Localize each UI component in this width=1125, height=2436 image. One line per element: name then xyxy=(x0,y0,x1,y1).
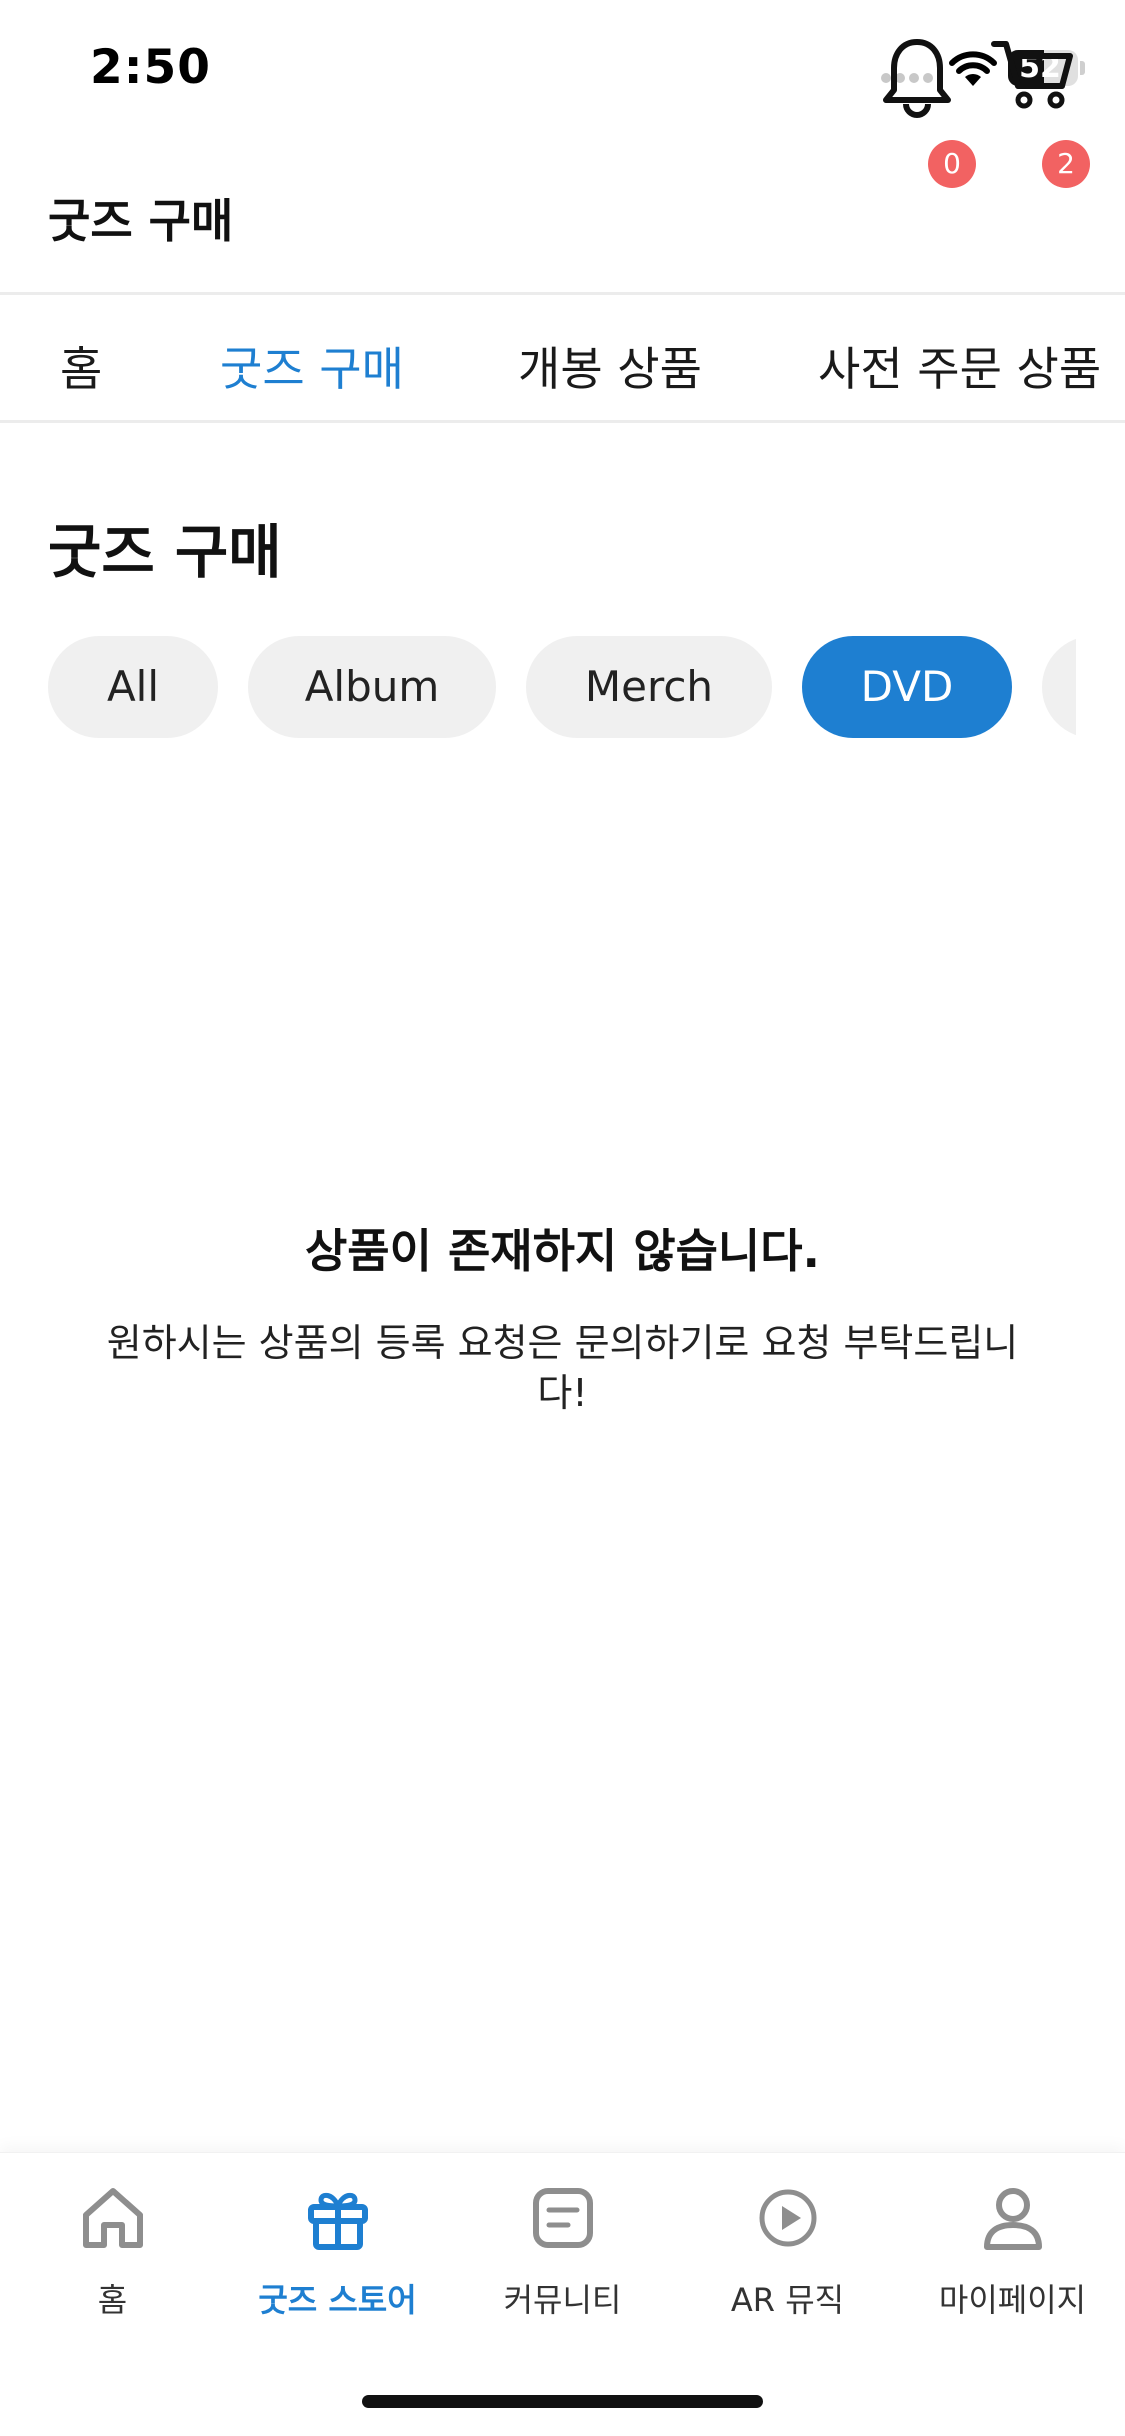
bell-icon[interactable] xyxy=(872,30,962,120)
play-circle-icon xyxy=(759,2189,817,2247)
nav-label-ar-music: AR 뮤직 xyxy=(730,2281,845,2319)
nav-label-community: 커뮤니티 xyxy=(503,2281,622,2319)
section-title: 굿즈 구매 xyxy=(48,518,282,586)
chip-album[interactable]: Album xyxy=(248,636,496,738)
chip-partial[interactable] xyxy=(1042,636,1076,738)
bottom-nav: 홈 굿즈 스토어 커뮤니티 AR 뮤직 마이페이지 xyxy=(0,2152,1125,2436)
chip-dvd[interactable]: DVD xyxy=(802,636,1012,738)
battery-cap xyxy=(1080,61,1085,75)
app-screen: 2:50 52 굿즈 구매 0 2 홈 굿즈 구매 개봉 상품 사전 주문 상품 xyxy=(0,0,1125,2436)
chip-all[interactable]: All xyxy=(48,636,218,738)
tab-opened-items[interactable]: 개봉 상품 xyxy=(518,333,702,399)
nav-my-page[interactable]: 마이페이지 xyxy=(900,2183,1125,2343)
category-chips: All Album Merch DVD xyxy=(0,636,1076,738)
nav-goods-store[interactable]: 굿즈 스토어 xyxy=(225,2183,450,2343)
tab-bar: 홈 굿즈 구매 개봉 상품 사전 주문 상품 xyxy=(0,295,1125,423)
nav-community[interactable]: 커뮤니티 xyxy=(450,2183,675,2343)
empty-state-title: 상품이 존재하지 않습니다. xyxy=(304,1224,821,1278)
nav-label-my-page: 마이페이지 xyxy=(938,2281,1087,2319)
cart-badge: 2 xyxy=(1042,140,1090,188)
notification-badge: 0 xyxy=(928,140,976,188)
nav-ar-music[interactable]: AR 뮤직 xyxy=(675,2183,900,2343)
community-icon xyxy=(533,2188,593,2248)
nav-home[interactable]: 홈 xyxy=(0,2183,225,2343)
tab-goods-purchase[interactable]: 굿즈 구매 xyxy=(220,333,404,399)
nav-label-goods-store: 굿즈 스토어 xyxy=(258,2281,417,2319)
cart-icon[interactable] xyxy=(988,30,1078,120)
tab-home[interactable]: 홈 xyxy=(60,333,102,399)
status-time: 2:50 xyxy=(90,40,211,95)
home-indicator[interactable] xyxy=(362,2395,763,2408)
tab-preorder-items[interactable]: 사전 주문 상품 xyxy=(818,333,1101,399)
home-icon xyxy=(83,2188,143,2248)
person-icon xyxy=(984,2188,1042,2250)
empty-state-description: 원하시는 상품의 등록 요청은 문의하기로 요청 부탁드립니다! xyxy=(106,1321,1019,1415)
gift-icon xyxy=(308,2192,368,2250)
header-title: 굿즈 구매 xyxy=(48,194,234,248)
chip-merch[interactable]: Merch xyxy=(526,636,772,738)
nav-label-home: 홈 xyxy=(97,2281,128,2319)
